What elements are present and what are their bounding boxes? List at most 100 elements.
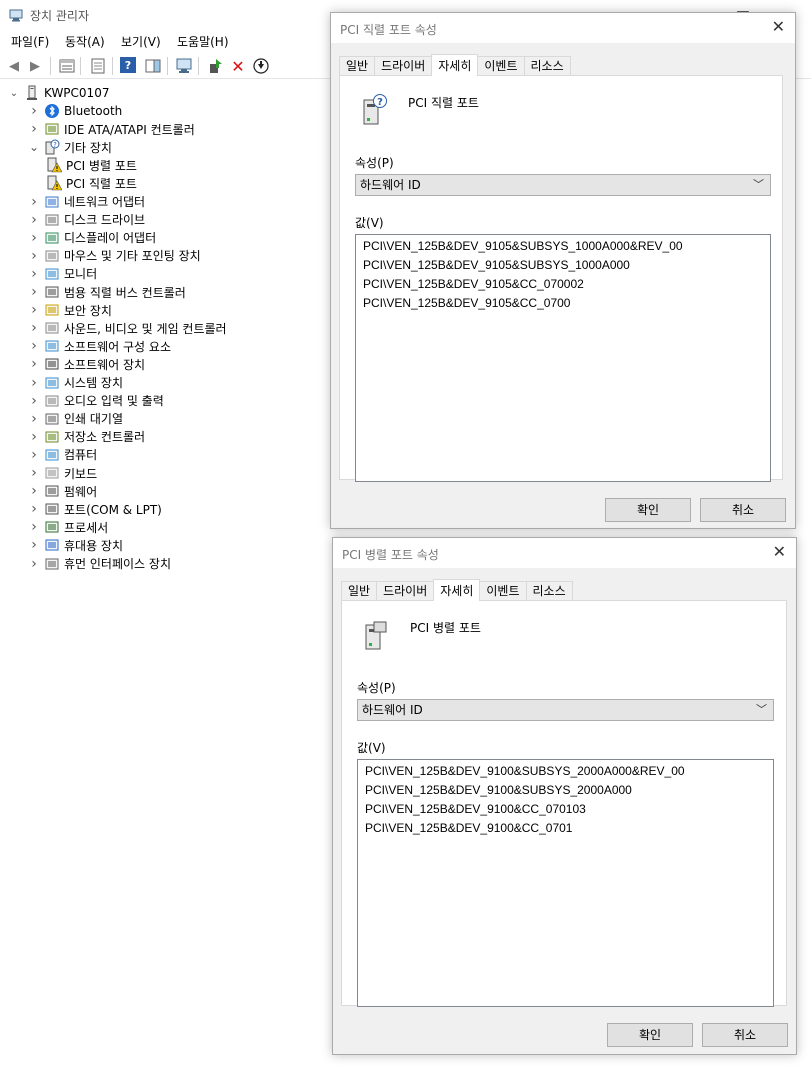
tab-general[interactable]: 일반 (341, 581, 378, 601)
expand-chevron-icon[interactable]: › (28, 103, 40, 119)
value-item[interactable]: PCI\VEN_125B&DEV_9105&SUBSYS_1000A000&RE… (363, 237, 770, 256)
expand-chevron-icon[interactable]: › (28, 248, 40, 264)
values-listbox[interactable]: PCI\VEN_125B&DEV_9100&SUBSYS_2000A000&RE… (357, 759, 774, 1007)
expand-chevron-icon[interactable]: › (28, 121, 40, 137)
system-device-icon (44, 375, 60, 391)
expand-chevron-icon[interactable]: › (28, 429, 40, 445)
view-devices-icon[interactable] (58, 57, 76, 75)
tree-category-item[interactable]: ⌄? 기타 장치 (28, 138, 112, 156)
tree-category-item[interactable]: › 디스플레이 어댑터 (28, 229, 156, 247)
scan-hardware-icon[interactable] (175, 57, 193, 75)
tree-category-item[interactable]: › 사운드, 비디오 및 게임 컨트롤러 (28, 319, 226, 337)
collapse-chevron-icon[interactable]: ⌄ (28, 140, 40, 154)
value-item[interactable]: PCI\VEN_125B&DEV_9105&CC_070002 (363, 275, 770, 294)
expand-chevron-icon[interactable]: › (28, 501, 40, 517)
menu-view[interactable]: 보기(V) (121, 33, 161, 50)
tree-category-item[interactable]: › 포트(COM & LPT) (28, 500, 162, 518)
uninstall-x-icon[interactable]: ✕ (229, 57, 247, 76)
value-item[interactable]: PCI\VEN_125B&DEV_9100&CC_070103 (365, 800, 773, 819)
close-icon[interactable]: ✕ (772, 17, 785, 36)
tree-root[interactable]: ⌄ KWPC0107 (8, 84, 109, 102)
back-arrow-icon[interactable]: ◀ (5, 57, 23, 75)
tree-category-item[interactable]: › 인쇄 대기열 (28, 410, 123, 428)
expand-chevron-icon[interactable]: › (28, 266, 40, 282)
tree-category-item[interactable]: › 프로세서 (28, 518, 108, 536)
update-driver-icon[interactable] (206, 57, 224, 75)
toolbar-separator (50, 57, 51, 75)
expand-chevron-icon[interactable]: › (28, 465, 40, 481)
expand-chevron-icon[interactable]: › (28, 194, 40, 210)
property-select[interactable]: 하드웨어 ID ﹀ (355, 174, 771, 196)
expand-chevron-icon[interactable]: › (28, 393, 40, 409)
tree-item-label: 소프트웨어 구성 요소 (64, 339, 171, 354)
tab-details[interactable]: 자세히 (431, 54, 479, 76)
menu-file[interactable]: 파일(F) (11, 33, 49, 50)
disable-device-icon[interactable] (252, 57, 270, 75)
tree-category-item[interactable]: › 모니터 (28, 265, 97, 283)
tab-events[interactable]: 이벤트 (479, 581, 527, 601)
expand-chevron-icon[interactable]: › (28, 212, 40, 228)
tree-category-item[interactable]: › 오디오 입력 및 출력 (28, 392, 164, 410)
tab-resources[interactable]: 리소스 (523, 56, 571, 76)
tree-category-item[interactable]: › 마우스 및 기타 포인팅 장치 (28, 247, 201, 265)
tree-category-item[interactable]: › 컴퓨터 (28, 446, 97, 464)
tree-category-item[interactable]: › 펌웨어 (28, 482, 97, 500)
expand-chevron-icon[interactable]: › (28, 356, 40, 372)
property-select[interactable]: 하드웨어 ID ﹀ (357, 699, 774, 721)
expand-chevron-icon[interactable]: › (28, 483, 40, 499)
ok-button[interactable]: 확인 (607, 1023, 693, 1047)
tree-category-item[interactable]: › 소프트웨어 장치 (28, 355, 145, 373)
expand-chevron-icon[interactable]: › (28, 537, 40, 553)
tree-category-item[interactable]: › 디스크 드라이브 (28, 211, 145, 229)
disk-icon (44, 212, 60, 228)
cancel-button[interactable]: 취소 (702, 1023, 788, 1047)
expand-chevron-icon[interactable]: › (28, 302, 40, 318)
expand-chevron-icon[interactable]: › (28, 320, 40, 336)
close-icon[interactable]: ✕ (773, 542, 786, 561)
tree-category-item[interactable]: › Bluetooth (28, 102, 122, 120)
properties-icon[interactable] (89, 57, 107, 75)
expand-chevron-icon[interactable]: › (28, 519, 40, 535)
collapse-chevron-icon[interactable]: ⌄ (8, 88, 20, 99)
help-icon[interactable]: ? (120, 57, 136, 73)
tree-category-item[interactable]: › 저장소 컨트롤러 (28, 428, 145, 446)
tab-events[interactable]: 이벤트 (477, 56, 525, 76)
forward-arrow-icon[interactable]: ▶ (26, 57, 44, 75)
value-item[interactable]: PCI\VEN_125B&DEV_9105&CC_0700 (363, 294, 770, 313)
expand-chevron-icon[interactable]: › (28, 411, 40, 427)
tree-category-item[interactable]: › 휴먼 인터페이스 장치 (28, 555, 171, 573)
tree-child-item[interactable]: PCI 직렬 포트 (46, 174, 137, 192)
expand-chevron-icon[interactable]: › (28, 230, 40, 246)
tree-item-label: 디스플레이 어댑터 (64, 231, 157, 246)
tab-resources[interactable]: 리소스 (525, 581, 573, 601)
tab-general[interactable]: 일반 (339, 56, 376, 76)
expand-chevron-icon[interactable]: › (28, 284, 40, 300)
values-listbox[interactable]: PCI\VEN_125B&DEV_9105&SUBSYS_1000A000&RE… (355, 234, 771, 482)
tab-driver[interactable]: 드라이버 (374, 56, 433, 76)
tree-child-item[interactable]: PCI 병렬 포트 (46, 156, 137, 174)
ok-button[interactable]: 확인 (605, 498, 691, 522)
computer-root-icon (24, 85, 40, 101)
expand-chevron-icon[interactable]: › (28, 447, 40, 463)
tree-category-item[interactable]: › 네트워크 어댑터 (28, 193, 145, 211)
tree-category-item[interactable]: › 시스템 장치 (28, 374, 123, 392)
expand-chevron-icon[interactable]: › (28, 375, 40, 391)
menu-help[interactable]: 도움말(H) (177, 33, 229, 50)
tree-category-item[interactable]: › 보안 장치 (28, 301, 112, 319)
expand-chevron-icon[interactable]: › (28, 338, 40, 354)
tree-category-item[interactable]: › 키보드 (28, 464, 97, 482)
value-item[interactable]: PCI\VEN_125B&DEV_9100&CC_0701 (365, 819, 773, 838)
menu-action[interactable]: 동작(A) (65, 33, 105, 50)
action-pane-icon[interactable] (144, 57, 162, 75)
cancel-button[interactable]: 취소 (700, 498, 786, 522)
tab-driver[interactable]: 드라이버 (376, 581, 435, 601)
value-item[interactable]: PCI\VEN_125B&DEV_9105&SUBSYS_1000A000 (363, 256, 770, 275)
tab-details[interactable]: 자세히 (433, 579, 481, 601)
tree-category-item[interactable]: › 소프트웨어 구성 요소 (28, 337, 171, 355)
value-item[interactable]: PCI\VEN_125B&DEV_9100&SUBSYS_2000A000 (365, 781, 773, 800)
tree-category-item[interactable]: › 범용 직렬 버스 컨트롤러 (28, 283, 186, 301)
value-item[interactable]: PCI\VEN_125B&DEV_9100&SUBSYS_2000A000&RE… (365, 762, 773, 781)
tree-category-item[interactable]: › 휴대용 장치 (28, 536, 123, 554)
tree-category-item[interactable]: › IDE ATA/ATAPI 컨트롤러 (28, 120, 195, 138)
expand-chevron-icon[interactable]: › (28, 556, 40, 572)
